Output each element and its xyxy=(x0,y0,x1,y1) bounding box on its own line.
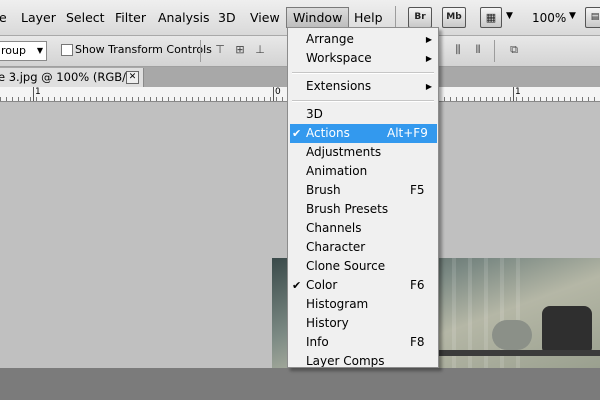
menu-item-actions[interactable]: ✔ Actions Alt+F9 xyxy=(290,124,437,143)
menu-item-history[interactable]: History xyxy=(288,314,438,333)
ruler-major-tick xyxy=(273,87,274,101)
menu-item-label: Character xyxy=(306,240,366,254)
menu-item-shortcut: Alt+F9 xyxy=(387,126,428,140)
window-menu-dropdown: Arrange ▶ Workspace ▶ Extensions ▶ 3D ✔ Actions A… xyxy=(287,27,439,368)
show-transform-checkbox[interactable] xyxy=(61,44,73,56)
menu-layer[interactable]: Layer xyxy=(21,10,56,25)
ruler-label: 0 xyxy=(275,87,281,97)
menu-item-label: Adjustments xyxy=(306,145,382,159)
menu-analysis[interactable]: Analysis xyxy=(158,10,210,25)
menu-item-label: Layer Comps xyxy=(306,354,385,368)
menu-item-label: History xyxy=(306,316,349,330)
menu-item-adjustments[interactable]: Adjustments xyxy=(288,143,438,162)
align-bottom-icon[interactable]: ⊥ xyxy=(252,43,268,57)
submenu-arrow-icon: ▶ xyxy=(425,35,432,44)
menu-item-character[interactable]: Character xyxy=(288,238,438,257)
menu-item-channels[interactable]: Channels xyxy=(288,219,438,238)
dropdown-arrow-icon: ▼ xyxy=(36,46,43,55)
menu-item-3d[interactable]: 3D xyxy=(288,105,438,124)
menu-item-workspace[interactable]: Workspace ▶ xyxy=(288,49,438,68)
checkmark-icon: ✔ xyxy=(292,127,302,140)
menu-item-extensions[interactable]: Extensions ▶ xyxy=(288,77,438,96)
menu-item-brush[interactable]: Brush F5 xyxy=(288,181,438,200)
menu-help[interactable]: Help xyxy=(354,10,383,25)
view-extras-icon[interactable]: ▦ xyxy=(480,7,502,28)
menu-separator xyxy=(292,100,434,102)
zoom-chevron-down-icon[interactable]: ▼ xyxy=(569,11,576,21)
menu-3d[interactable]: 3D xyxy=(218,10,236,25)
options-divider xyxy=(200,40,201,62)
menu-separator xyxy=(292,72,434,74)
checkmark-icon: ✔ xyxy=(292,279,302,292)
menu-item-label: Actions xyxy=(306,126,350,140)
menu-item-info[interactable]: Info F8 xyxy=(288,333,438,352)
chevron-down-icon[interactable]: ▼ xyxy=(506,11,513,21)
submenu-arrow-icon: ▶ xyxy=(425,82,432,91)
menu-item-layer-comps[interactable]: Layer Comps xyxy=(288,352,438,368)
ruler-major-tick xyxy=(33,87,34,101)
ruler-label: 1 xyxy=(35,87,41,97)
show-transform-label: Show Transform Controls xyxy=(75,43,212,56)
menu-item-label: Brush xyxy=(306,183,341,197)
menu-filter[interactable]: Filter xyxy=(115,10,146,25)
options-divider-2 xyxy=(494,40,495,62)
distribute-right-icon[interactable]: ⫴ xyxy=(470,43,486,57)
menu-item-label: Color xyxy=(306,278,338,292)
menu-item-label: Extensions xyxy=(306,79,372,93)
menu-view[interactable]: View xyxy=(250,10,280,25)
menu-item-histogram[interactable]: Histogram xyxy=(288,295,438,314)
ruler-label: 1 xyxy=(515,87,521,97)
menu-item-clone-source[interactable]: Clone Source xyxy=(288,257,438,276)
distribute-horizontal-icon[interactable]: ⫼ xyxy=(450,43,466,57)
auto-select-value: roup xyxy=(1,44,26,57)
align-middle-icon[interactable]: ⊞ xyxy=(232,43,248,57)
document-tab-title: e 3.jpg @ 100% (RGB/8) xyxy=(0,70,138,84)
menu-edit[interactable]: e xyxy=(0,10,7,25)
bridge-icon[interactable]: Br xyxy=(408,7,432,28)
menu-item-label: Animation xyxy=(306,164,368,178)
menu-item-color[interactable]: ✔ Color F6 xyxy=(288,276,438,295)
align-top-icon[interactable]: ⊤ xyxy=(212,43,228,57)
arrange-documents-icon[interactable]: ▤ xyxy=(585,7,600,28)
menu-window[interactable]: Window xyxy=(286,7,350,28)
mini-bridge-icon[interactable]: Mb xyxy=(442,7,466,28)
menu-item-label: Workspace xyxy=(306,51,372,65)
menu-item-label: Clone Source xyxy=(306,259,386,273)
close-icon[interactable]: ✕ xyxy=(126,71,139,84)
menu-item-animation[interactable]: Animation xyxy=(288,162,438,181)
zoom-level[interactable]: 100% xyxy=(532,11,566,25)
menu-item-brush-presets[interactable]: Brush Presets xyxy=(288,200,438,219)
menu-item-arrange[interactable]: Arrange ▶ xyxy=(288,30,438,49)
menu-item-label: Brush Presets xyxy=(306,202,389,216)
submenu-arrow-icon: ▶ xyxy=(425,54,432,63)
menu-item-shortcut: F8 xyxy=(410,335,425,349)
document-tab[interactable]: e 3.jpg @ 100% (RGB/8) ✕ xyxy=(0,68,144,87)
menu-item-shortcut: F5 xyxy=(410,183,425,197)
menu-item-label: Arrange xyxy=(306,32,354,46)
status-bar xyxy=(0,368,600,400)
menu-select[interactable]: Select xyxy=(66,10,105,25)
ruler-major-tick xyxy=(513,87,514,101)
menu-item-label: 3D xyxy=(306,107,323,121)
menu-item-label: Info xyxy=(306,335,329,349)
menu-item-label: Channels xyxy=(306,221,362,235)
menu-item-label: Histogram xyxy=(306,297,369,311)
auto-select-dropdown[interactable]: roup ▼ xyxy=(0,41,47,61)
auto-align-icon[interactable]: ⧉ xyxy=(506,43,522,57)
menu-item-shortcut: F6 xyxy=(410,278,425,292)
